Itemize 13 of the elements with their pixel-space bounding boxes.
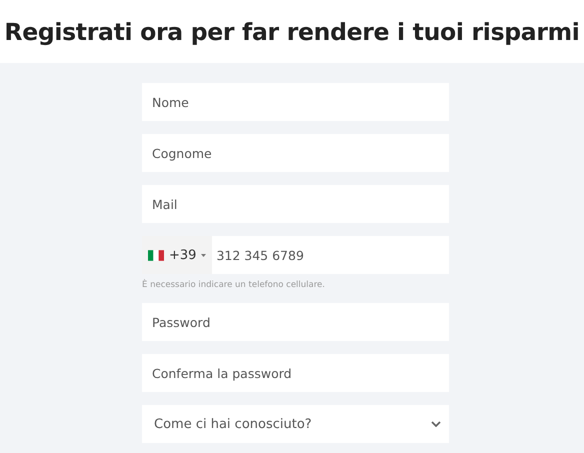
country-code-button[interactable]: +39: [142, 236, 212, 274]
input-field[interactable]: Mail: [142, 185, 449, 223]
input-field[interactable]: Conferma la password: [142, 354, 449, 392]
field-hint: È necessario indicare un telefono cellulare.: [142, 280, 326, 290]
chevron-down-icon: [431, 421, 441, 427]
phone-field[interactable]: +39 312 345 6789: [142, 236, 449, 274]
page-title: Registrati ora per far rendere i tuoi risparmi: [4, 18, 580, 46]
input-field[interactable]: Password: [142, 303, 449, 341]
dropdown-select[interactable]: Come ci hai conosciuto?: [142, 405, 449, 443]
caret-icon: [201, 254, 206, 256]
input-field[interactable]: Nome: [142, 83, 449, 121]
flag-icon: [148, 250, 164, 260]
input-field[interactable]: Cognome: [142, 134, 449, 172]
